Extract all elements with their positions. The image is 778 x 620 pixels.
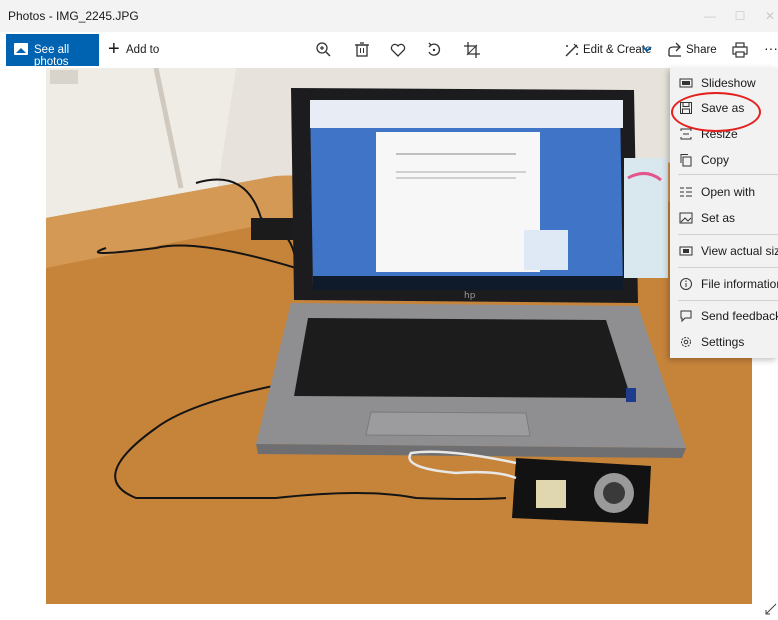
favorite-icon[interactable] [388, 40, 408, 60]
menu-item-view-actual-size[interactable]: View actual size [670, 240, 778, 264]
feedback-icon [680, 310, 692, 323]
photo-word-ribbon [310, 100, 623, 128]
photo-notification [524, 230, 568, 270]
menu-item-send-feedback[interactable]: Send feedback [670, 305, 778, 329]
menu-item-label: Open with [701, 185, 756, 199]
photo-touchpad [365, 411, 531, 437]
photo-wall-socket [50, 70, 78, 84]
menu-item-label: Slideshow [701, 76, 756, 90]
menu-separator [678, 234, 778, 235]
see-all-photos-label: See all photos [34, 44, 70, 68]
photo-keyboard [294, 318, 631, 398]
copy-icon [680, 154, 692, 167]
slideshow-icon [679, 78, 693, 88]
photo-intel-sticker [626, 388, 636, 402]
photo-taskbar [313, 276, 623, 290]
minimize-button[interactable]: — [700, 6, 720, 26]
menu-item-label: Settings [701, 335, 745, 349]
photos-icon [14, 43, 28, 55]
settings-icon [681, 337, 691, 347]
more-options-button[interactable]: ··· [764, 40, 778, 56]
menu-item-copy[interactable]: Copy [670, 149, 778, 173]
menu-separator [678, 300, 778, 301]
photo-laptop-logo: hp [464, 291, 476, 301]
actual-size-icon [679, 246, 693, 256]
toolbar: See all photos + Add to Edit & Create Sh… [0, 32, 778, 68]
close-button[interactable]: ✕ [760, 6, 778, 26]
title-bar: Photos - IMG_2245.JPG — ☐ ✕ [0, 0, 778, 32]
crop-icon[interactable] [462, 40, 482, 60]
info-icon [680, 278, 692, 290]
menu-item-settings[interactable]: Settings [670, 331, 778, 355]
photo-canvas[interactable]: hp [46, 68, 752, 604]
share-icon [668, 42, 681, 57]
menu-item-label: Send feedback [701, 309, 778, 323]
zoom-in-icon[interactable] [314, 40, 334, 60]
add-to-label: Add to [126, 44, 160, 56]
photo-power-adapter [251, 218, 299, 240]
chevron-down-icon[interactable] [640, 42, 654, 56]
share-button[interactable]: Share [686, 44, 717, 56]
photo-camera-lens [603, 482, 625, 504]
menu-item-open-with[interactable]: Open with [670, 181, 778, 205]
menu-item-file-information[interactable]: File information [670, 273, 778, 297]
menu-item-label: Set as [701, 211, 736, 225]
see-all-photos-button[interactable]: See all photos [6, 34, 99, 68]
delete-icon[interactable] [352, 40, 372, 60]
set-as-icon [679, 212, 693, 224]
expand-icon[interactable] [764, 602, 778, 616]
plus-icon: + [108, 38, 120, 60]
save-as-highlight-circle [671, 92, 761, 132]
menu-item-label: Copy [701, 153, 730, 167]
menu-item-set-as[interactable]: Set as [670, 207, 778, 231]
menu-item-label: File information [701, 277, 778, 291]
menu-separator [678, 174, 778, 175]
menu-item-label: View actual size [701, 244, 778, 258]
rotate-icon[interactable] [424, 40, 444, 60]
edit-create-icon [565, 43, 579, 57]
photo-camera-label [536, 480, 566, 508]
photo-word-page [376, 132, 540, 272]
window-title: Photos - IMG_2245.JPG [8, 9, 139, 23]
resize-icon [680, 128, 692, 140]
print-icon[interactable] [730, 40, 750, 60]
menu-separator [678, 267, 778, 268]
maximize-button[interactable]: ☐ [730, 6, 750, 26]
open-with-icon [680, 187, 692, 197]
